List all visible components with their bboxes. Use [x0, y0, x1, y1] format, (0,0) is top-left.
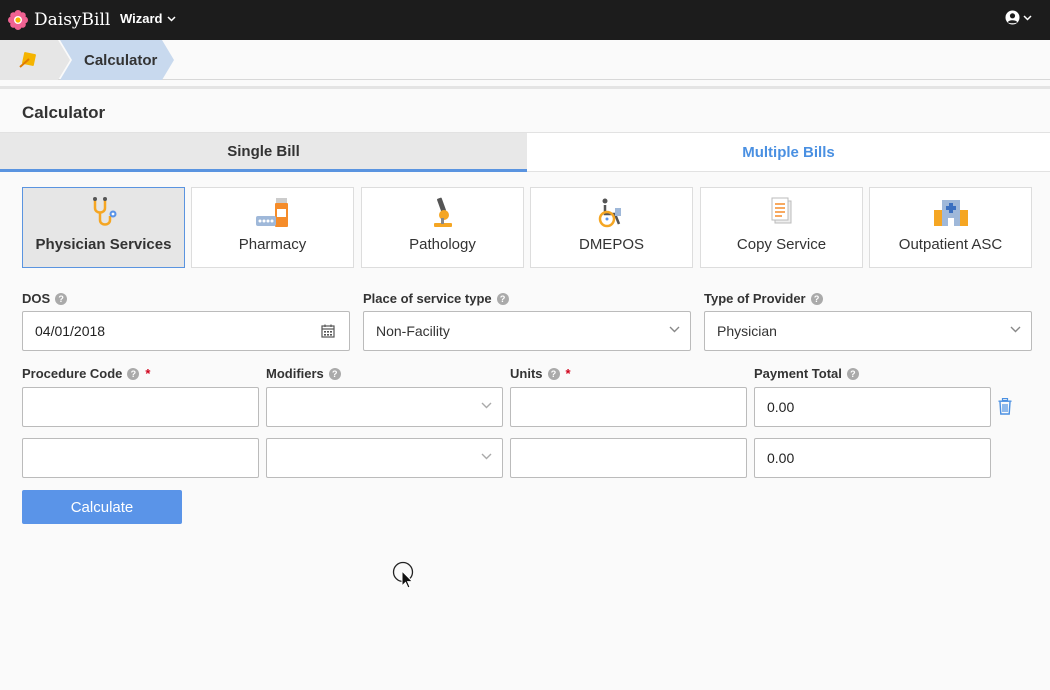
- procedure-code-input[interactable]: [22, 387, 259, 427]
- category-label: Copy Service: [736, 236, 827, 253]
- modifiers-select[interactable]: [266, 438, 503, 478]
- breadcrumb-current: Calculator: [84, 52, 158, 69]
- dos-label-text: DOS: [22, 291, 51, 306]
- divider: [0, 86, 1050, 89]
- document-copy-icon: [771, 197, 791, 224]
- place-of-service-label: Place of service type ?: [363, 291, 509, 306]
- chevron-down-icon: [669, 326, 680, 333]
- units-input[interactable]: [510, 438, 747, 478]
- bill-mode-tabs: Single Bill Multiple Bills: [0, 132, 1050, 172]
- help-icon[interactable]: ?: [55, 292, 68, 305]
- dos-date-input[interactable]: 04/01/2018: [22, 311, 350, 351]
- breadcrumb-home[interactable]: [0, 40, 70, 80]
- chevron-down-icon: [1010, 326, 1021, 333]
- payment-total-value: 0.00: [767, 450, 795, 466]
- trash-icon[interactable]: [998, 398, 1012, 415]
- category-physician-services[interactable]: Physician Services: [22, 187, 185, 268]
- required-marker: *: [565, 366, 571, 381]
- provider-type-label-text: Type of Provider: [704, 291, 806, 306]
- place-of-service-value: Non-Facility: [376, 323, 450, 339]
- chevron-down-icon: [481, 402, 492, 409]
- place-of-service-label-text: Place of service type: [363, 291, 492, 306]
- procedure-code-label: Procedure Code ? *: [22, 366, 150, 381]
- modifiers-label: Modifiers ?: [266, 366, 341, 381]
- place-of-service-select[interactable]: Non-Facility: [363, 311, 691, 351]
- chevron-down-icon: [166, 15, 176, 22]
- wizard-menu[interactable]: Wizard: [120, 11, 176, 26]
- modifiers-select[interactable]: [266, 387, 503, 427]
- help-icon[interactable]: ?: [127, 367, 140, 380]
- provider-type-label: Type of Provider ?: [704, 291, 823, 306]
- tab-single-bill[interactable]: Single Bill: [0, 133, 527, 172]
- breadcrumb: Calculator: [0, 40, 1050, 80]
- category-outpatient-asc[interactable]: Outpatient ASC: [869, 187, 1032, 268]
- required-marker: *: [145, 366, 151, 381]
- brand-name: DaisyBill: [34, 10, 111, 30]
- wizard-menu-label: Wizard: [120, 11, 163, 26]
- user-avatar-icon: [1005, 10, 1020, 25]
- payment-total-field: 0.00: [754, 387, 991, 427]
- payment-total-field: 0.00: [754, 438, 991, 478]
- mouse-cursor-icon: [392, 561, 414, 589]
- units-label: Units ? *: [510, 366, 571, 381]
- calendar-icon[interactable]: [321, 324, 335, 338]
- category-label: Pathology: [409, 236, 476, 253]
- page-title: Calculator: [22, 103, 106, 122]
- units-label-text: Units: [510, 366, 543, 381]
- category-dmepos[interactable]: DMEPOS: [530, 187, 693, 268]
- payment-total-label: Payment Total ?: [754, 366, 859, 381]
- payment-total-label-text: Payment Total: [754, 366, 842, 381]
- help-icon[interactable]: ?: [547, 367, 560, 380]
- wheelchair-icon: [598, 198, 621, 228]
- brand-logo[interactable]: DaisyBill: [7, 7, 110, 33]
- daisy-flower-icon: [8, 10, 28, 30]
- procedure-code-label-text: Procedure Code: [22, 366, 123, 381]
- category-copy-service[interactable]: Copy Service: [700, 187, 863, 268]
- dos-value: 04/01/2018: [35, 323, 106, 339]
- stethoscope-icon: [92, 197, 116, 226]
- provider-type-value: Physician: [717, 323, 777, 339]
- chevron-down-icon: [1023, 14, 1032, 21]
- units-input[interactable]: [510, 387, 747, 427]
- category-pharmacy[interactable]: Pharmacy: [191, 187, 354, 268]
- microscope-icon: [433, 197, 452, 227]
- category-label: DMEPOS: [578, 236, 644, 253]
- help-icon[interactable]: ?: [810, 292, 823, 305]
- help-icon[interactable]: ?: [496, 292, 509, 305]
- procedure-code-input[interactable]: [22, 438, 259, 478]
- help-icon[interactable]: ?: [846, 367, 859, 380]
- hospital-icon: [933, 200, 968, 226]
- category-label: Outpatient ASC: [898, 236, 1003, 253]
- category-label: Pharmacy: [238, 236, 307, 253]
- dos-label: DOS ?: [22, 291, 68, 306]
- category-pathology[interactable]: Pathology: [361, 187, 524, 268]
- user-menu[interactable]: [1005, 10, 1032, 25]
- help-icon[interactable]: ?: [328, 367, 341, 380]
- provider-type-select[interactable]: Physician: [704, 311, 1032, 351]
- top-navbar: DaisyBill Wizard: [0, 0, 1050, 40]
- modifiers-label-text: Modifiers: [266, 366, 324, 381]
- pills-icon: [255, 198, 288, 227]
- category-label: Physician Services: [35, 236, 172, 253]
- calculate-button[interactable]: Calculate: [22, 490, 182, 524]
- wizard-wand-icon: [19, 52, 36, 68]
- payment-total-value: 0.00: [767, 399, 795, 415]
- chevron-down-icon: [481, 453, 492, 460]
- tab-multiple-bills[interactable]: Multiple Bills: [527, 133, 1050, 172]
